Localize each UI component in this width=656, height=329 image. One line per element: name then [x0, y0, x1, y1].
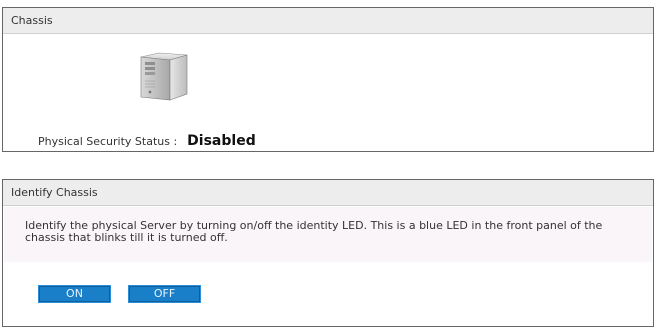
identify-on-button[interactable]: ON: [38, 285, 111, 303]
server-tower-icon: [137, 51, 191, 103]
physical-security-status-row: Physical Security Status : Disabled: [38, 133, 256, 149]
chassis-panel: Chassis Physical Security Status: Disab…: [2, 7, 654, 152]
physical-security-status-value: Disabled: [187, 133, 256, 149]
identify-off-button[interactable]: OFF: [128, 285, 201, 303]
identify-chassis-header: Identify Chassis: [3, 180, 653, 206]
physical-security-status-label: Physical Security Status :: [38, 135, 178, 148]
identify-chassis-description: Identify the physical Server by turning …: [4, 207, 652, 262]
identify-chassis-panel: Identify Chassis Identify the physical S…: [2, 179, 654, 327]
chassis-panel-header: Chassis: [3, 8, 653, 34]
